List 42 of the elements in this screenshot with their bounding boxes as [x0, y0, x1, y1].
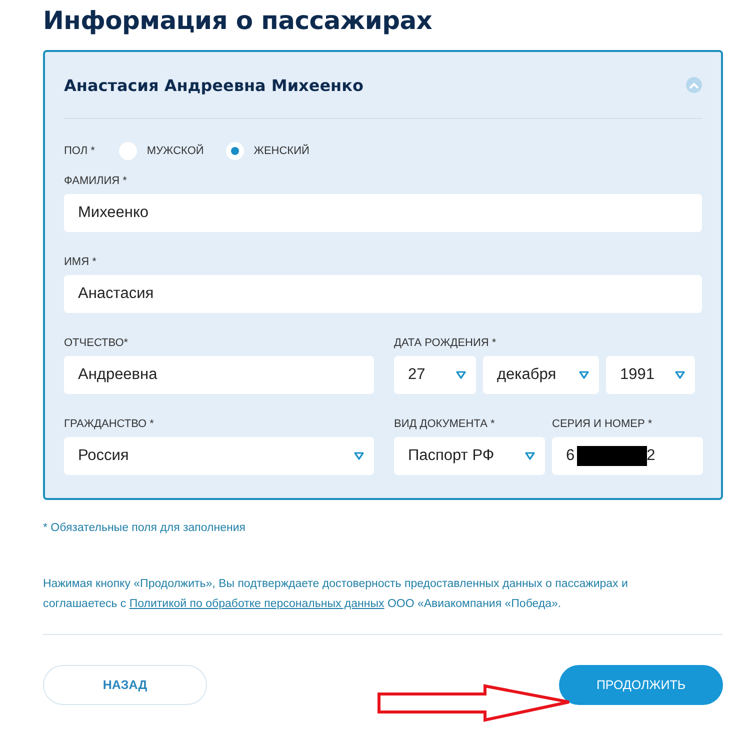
- field-text: 6: [566, 447, 575, 465]
- passenger-name: Анастасия Андреевна Михеенко: [64, 76, 364, 94]
- chevron-up-icon: [689, 82, 699, 88]
- dropdown-value: 1991: [620, 366, 654, 384]
- field-label: ПОЛ *: [64, 145, 95, 157]
- triangle-down-icon: [675, 371, 685, 379]
- input-field[interactable]: Михеенко: [64, 194, 702, 232]
- radio-button[interactable]: [226, 142, 244, 160]
- dropdown[interactable]: декабря: [483, 356, 599, 394]
- field-label: СЕРИЯ И НОМЕР *: [552, 418, 654, 430]
- dropdown[interactable]: Россия: [64, 437, 374, 475]
- consent-text: Нажимая кнопку «Продолжить», Вы подтверждаете достоверность предоставленных данных о пассажирах и соглашаетесь с Политикой по обработке персональных данных ООО «Авиакомпания «Победа».: [43, 577, 629, 612]
- dropdown[interactable]: 27: [394, 356, 476, 394]
- field-label: ОТЧЕСТВО*: [64, 337, 130, 349]
- dropdown-value: 27: [408, 366, 426, 384]
- field-label: ГРАЖДАНСТВО *: [64, 418, 155, 430]
- field-label: ВИД ДОКУМЕНТА *: [394, 418, 496, 430]
- radio-label[interactable]: МУЖСКОЙ: [146, 145, 204, 157]
- field-label: ДАТА РОЖДЕНИЯ *: [394, 337, 498, 349]
- radio-button[interactable]: [118, 142, 137, 160]
- triangle-down-icon: [579, 371, 589, 379]
- redaction-bar: [576, 446, 647, 466]
- page-title: Информация о пассажирах: [43, 6, 434, 35]
- dropdown-value: декабря: [497, 366, 556, 384]
- field-label: ИМЯ *: [64, 256, 98, 268]
- triangle-down-icon: [456, 371, 466, 379]
- dropdown-value: Россия: [78, 447, 129, 465]
- dropdown[interactable]: Паспорт РФ: [394, 437, 545, 475]
- input-field[interactable]: Андреевна: [64, 356, 374, 394]
- required-note: * Обязательные поля для заполнения: [43, 522, 246, 534]
- dropdown[interactable]: 1991: [606, 356, 695, 394]
- policy-link[interactable]: Политикой по обработке персональных данных: [129, 598, 384, 610]
- input-field[interactable]: Анастасия: [64, 275, 702, 313]
- triangle-down-icon: [354, 452, 364, 460]
- collapse-button[interactable]: [686, 77, 702, 93]
- back-button[interactable]: НАЗАД: [43, 665, 207, 705]
- input-field[interactable]: 6 2: [552, 437, 703, 475]
- radio-label[interactable]: ЖЕНСКИЙ: [254, 145, 310, 157]
- triangle-down-icon: [525, 452, 535, 460]
- field-text: 2: [646, 447, 656, 465]
- field-label: ФАМИЛИЯ *: [64, 175, 128, 187]
- dropdown-value: Паспорт РФ: [408, 447, 494, 465]
